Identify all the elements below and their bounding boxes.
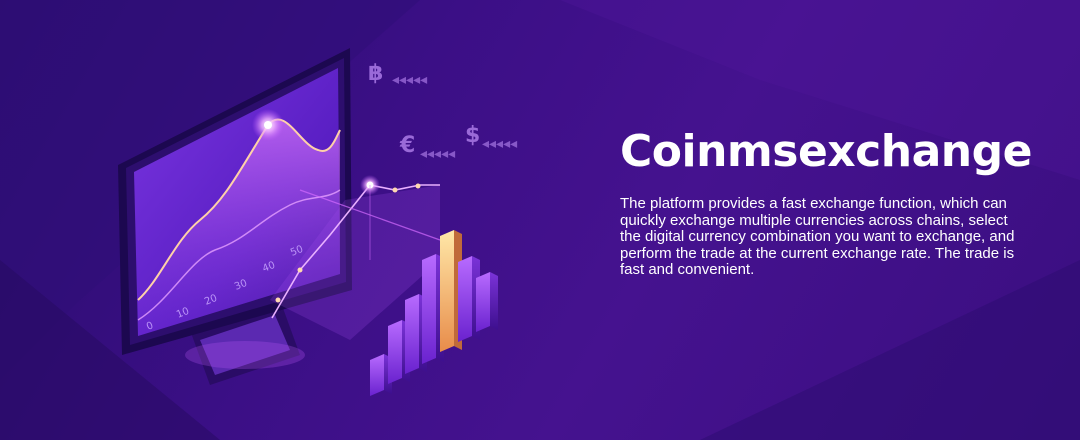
- description-text: The platform provides a fast exchange fu…: [620, 195, 1015, 278]
- chevrons-icon: ◂◂◂◂◂: [482, 136, 517, 152]
- bitcoin-icon: ฿: [368, 61, 383, 86]
- dollar-icon: $: [465, 123, 480, 148]
- currency-symbols: ฿ ◂◂◂◂◂ € ◂◂◂◂◂ $ ◂◂◂◂◂: [368, 61, 517, 162]
- euro-icon: €: [399, 133, 415, 158]
- chevrons-icon: ◂◂◂◂◂: [392, 72, 427, 88]
- chevrons-icon: ◂◂◂◂◂: [420, 146, 455, 162]
- trading-illustration: 0 10 20 30 40 50 ฿ ◂◂◂◂◂ € ◂◂◂◂◂ $ ◂◂◂◂◂: [118, 48, 517, 396]
- brand-title: Coinmsexchange: [620, 126, 1032, 177]
- copy-block: Coinmsexchange The platform provides a f…: [620, 122, 1032, 279]
- hero-banner: 0 10 20 30 40 50 ฿ ◂◂◂◂◂ € ◂◂◂◂◂ $ ◂◂◂◂◂…: [0, 0, 1080, 440]
